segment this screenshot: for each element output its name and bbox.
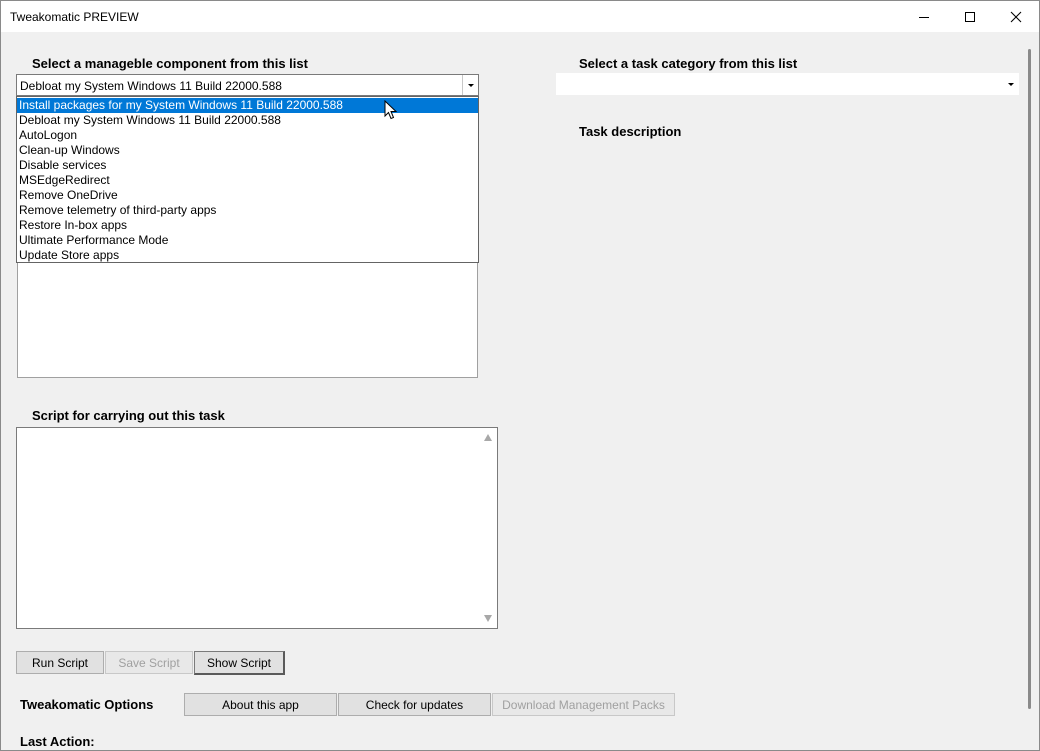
scroll-down-icon[interactable] (484, 615, 492, 622)
category-dropdown-button[interactable] (1003, 73, 1019, 95)
window-scrollbar[interactable] (1028, 49, 1031, 709)
dropdown-item[interactable]: Remove telemetry of third-party apps (17, 203, 478, 218)
save-script-button[interactable]: Save Script (105, 651, 193, 674)
scroll-up-icon[interactable] (484, 434, 492, 441)
dropdown-item[interactable]: Ultimate Performance Mode (17, 233, 478, 248)
dropdown-item[interactable]: Debloat my System Windows 11 Build 22000… (17, 113, 478, 128)
category-combobox[interactable] (556, 73, 1019, 95)
chevron-down-icon (1008, 82, 1014, 86)
chevron-down-icon (467, 83, 474, 87)
app-window: Tweakomatic PREVIEW Select a manageble c… (0, 0, 1040, 751)
close-icon (1010, 11, 1022, 22)
close-button[interactable] (993, 1, 1039, 32)
component-label: Select a manageble component from this l… (32, 56, 308, 71)
script-label: Script for carrying out this task (32, 408, 225, 423)
category-label: Select a task category from this list (579, 56, 798, 71)
download-packs-button[interactable]: Download Management Packs (492, 693, 675, 716)
component-combobox[interactable]: Debloat my System Windows 11 Build 22000… (16, 74, 479, 96)
dropdown-item[interactable]: Install packages for my System Windows 1… (17, 98, 478, 113)
dropdown-item[interactable]: AutoLogon (17, 128, 478, 143)
run-script-button[interactable]: Run Script (16, 651, 104, 674)
maximize-icon (965, 11, 975, 22)
task-description-label: Task description (579, 124, 682, 139)
minimize-icon (919, 16, 929, 18)
component-dropdown-list[interactable]: Install packages for my System Windows 1… (16, 96, 479, 263)
script-textarea[interactable] (16, 427, 498, 629)
script-scrollbar[interactable] (480, 428, 497, 628)
window-title: Tweakomatic PREVIEW (10, 10, 139, 24)
about-button[interactable]: About this app (184, 693, 337, 716)
title-bar[interactable]: Tweakomatic PREVIEW (1, 1, 1039, 32)
mouse-cursor-icon (384, 100, 398, 120)
maximize-button[interactable] (947, 1, 993, 32)
dropdown-item[interactable]: Clean-up Windows (17, 143, 478, 158)
component-dropdown-button[interactable] (462, 75, 478, 95)
check-updates-button[interactable]: Check for updates (338, 693, 491, 716)
dropdown-item[interactable]: Remove OneDrive (17, 188, 478, 203)
dropdown-item[interactable]: Restore In-box apps (17, 218, 478, 233)
last-action-label: Last Action: (20, 734, 95, 749)
minimize-button[interactable] (901, 1, 947, 32)
dropdown-item[interactable]: Disable services (17, 158, 478, 173)
dropdown-item[interactable]: MSEdgeRedirect (17, 173, 478, 188)
show-script-button[interactable]: Show Script (194, 651, 285, 675)
dropdown-item[interactable]: Update Store apps (17, 248, 478, 263)
options-label: Tweakomatic Options (20, 697, 154, 712)
component-selected-value: Debloat my System Windows 11 Build 22000… (20, 79, 282, 93)
